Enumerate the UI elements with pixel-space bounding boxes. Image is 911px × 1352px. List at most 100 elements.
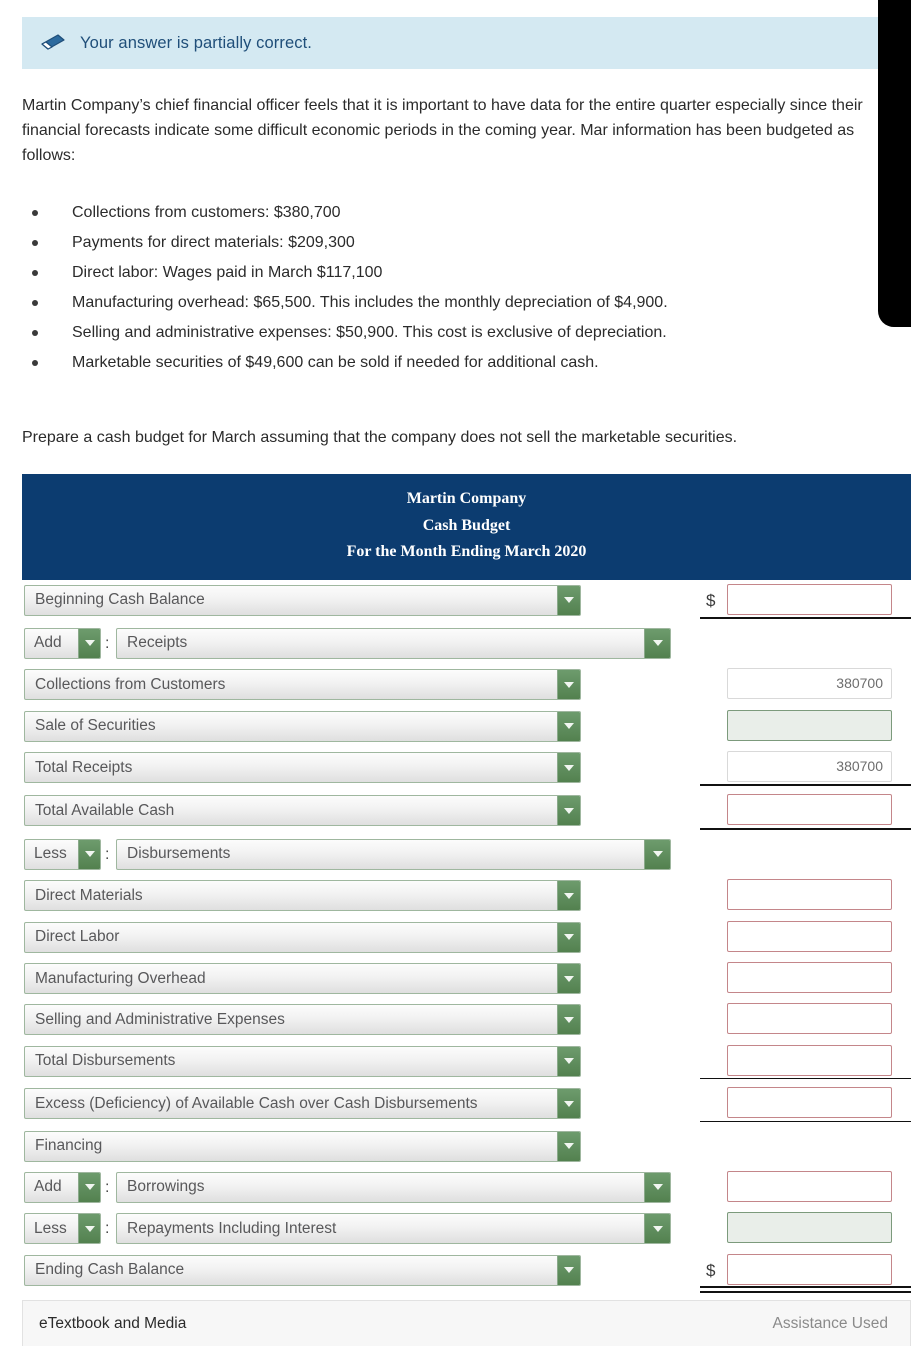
select-label: Selling and Administrative Expenses [35, 1010, 285, 1028]
select-label: Total Receipts [35, 758, 133, 776]
operator-select-add-receipts[interactable]: Add [24, 627, 101, 659]
table-row: Add: Borrowings [0, 1167, 911, 1208]
operator-select-add-borrowings[interactable]: Add [24, 1171, 101, 1203]
table-row: Sale of Securities [0, 706, 911, 747]
amount-input-repayments-including-interest [727, 1212, 892, 1244]
eraser-icon [40, 32, 66, 54]
line-item-select-direct-labor[interactable]: Direct Labor [24, 921, 581, 953]
line-item-select-total-receipts[interactable]: Total Receipts [24, 752, 581, 784]
line-item-select-total-disbursements[interactable]: Total Disbursements [24, 1045, 581, 1077]
amount-input-selling-and-administrative-expenses[interactable] [727, 1003, 892, 1035]
table-row: Less: Disbursements [0, 834, 911, 875]
amount-input-sale-of-securities [727, 709, 892, 741]
statement-period: For the Month Ending March 2020 [346, 543, 587, 560]
subtotal-rule [700, 1120, 911, 1122]
chevron-down-icon[interactable] [557, 1046, 580, 1076]
currency-symbol: $ [706, 590, 716, 610]
amount-input-total-available-cash[interactable] [727, 794, 892, 826]
colon-separator: : [105, 634, 110, 652]
select-label: Add [34, 634, 62, 652]
line-item-select-disbursements[interactable]: Disbursements [116, 838, 671, 870]
line-item-select-receipts[interactable]: Receipts [116, 627, 671, 659]
chevron-down-icon[interactable] [557, 881, 580, 911]
chevron-down-icon[interactable] [557, 670, 580, 700]
colon-separator: : [105, 1178, 110, 1196]
line-item-select-direct-materials[interactable]: Direct Materials [24, 880, 581, 912]
table-row: Direct Materials [0, 875, 911, 916]
chevron-down-icon[interactable] [78, 628, 100, 658]
chevron-down-icon[interactable] [644, 628, 670, 658]
select-label: Less [34, 845, 67, 863]
select-label: Total Available Cash [35, 801, 175, 819]
chevron-down-icon[interactable] [557, 922, 580, 952]
line-item-select-beginning-cash-balance[interactable]: Beginning Cash Balance [24, 584, 581, 616]
list-item: Direct labor: Wages paid in March $117,1… [22, 258, 892, 288]
colon-separator: : [105, 1220, 110, 1238]
chevron-down-icon[interactable] [644, 1172, 670, 1202]
line-item-select-ending-cash-balance[interactable]: Ending Cash Balance [24, 1254, 581, 1286]
chevron-down-icon[interactable] [557, 1131, 580, 1161]
line-item-select-collections-from-customers[interactable]: Collections from Customers [24, 669, 581, 701]
select-label: Disbursements [127, 845, 231, 863]
amount-input-ending-cash-balance[interactable] [727, 1253, 892, 1285]
amount-input-excess-deficiency-of-available-cash-over-cash-[interactable] [727, 1087, 892, 1119]
line-item-select-excess-deficiency-of-available-cash-over-cash-[interactable]: Excess (Deficiency) of Available Cash ov… [24, 1088, 581, 1120]
cash-budget-table-header: Martin Company Cash Budget For the Month… [22, 474, 911, 580]
table-row: Total Available Cash [0, 790, 911, 831]
amount-input-borrowings[interactable] [727, 1170, 892, 1202]
amount-input-collections-from-customers[interactable]: 380700 [727, 668, 892, 700]
amount-input-direct-materials[interactable] [727, 879, 892, 911]
select-label: Total Disbursements [35, 1052, 176, 1070]
chevron-down-icon[interactable] [557, 964, 580, 994]
subtotal-rule [700, 827, 911, 830]
status-banner-message: Your answer is partially correct. [80, 33, 312, 52]
select-label: Ending Cash Balance [35, 1261, 185, 1279]
chevron-down-icon[interactable] [557, 796, 580, 826]
budget-facts-list: Collections from customers: $380,700 Pay… [22, 198, 892, 378]
line-item-select-manufacturing-overhead[interactable]: Manufacturing Overhead [24, 963, 581, 995]
chevron-down-icon[interactable] [557, 1005, 580, 1035]
subtotal-rule [700, 1286, 911, 1294]
chevron-down-icon[interactable] [557, 585, 580, 615]
amount-input-total-disbursements[interactable] [727, 1044, 892, 1076]
select-label: Direct Materials [35, 886, 143, 904]
list-item: Marketable securities of $49,600 can be … [22, 348, 892, 378]
list-item: Manufacturing overhead: $65,500. This in… [22, 288, 892, 318]
colon-separator: : [105, 845, 110, 863]
line-item-select-sale-of-securities[interactable]: Sale of Securities [24, 710, 581, 742]
table-row: Ending Cash Balance $ [0, 1250, 911, 1291]
chevron-down-icon[interactable] [557, 1255, 580, 1285]
operator-select-less-disbursements[interactable]: Less [24, 838, 101, 870]
chevron-down-icon[interactable] [644, 1214, 670, 1244]
line-item-select-selling-and-administrative-expenses[interactable]: Selling and Administrative Expenses [24, 1004, 581, 1036]
line-item-select-repayments-including-interest[interactable]: Repayments Including Interest [116, 1213, 671, 1245]
cash-budget-rows: Beginning Cash Balance $ Add: Receipts Colle… [0, 580, 911, 1299]
chevron-down-icon[interactable] [78, 1214, 100, 1244]
chevron-down-icon[interactable] [557, 711, 580, 741]
chevron-down-icon[interactable] [557, 1089, 580, 1119]
amount-input-total-receipts[interactable]: 380700 [727, 751, 892, 783]
chevron-down-icon[interactable] [78, 839, 100, 869]
etextbook-and-media-link[interactable]: eTextbook and Media [39, 1315, 186, 1333]
table-row: Add: Receipts [0, 623, 911, 664]
operator-select-less-repayments-including-interest[interactable]: Less [24, 1213, 101, 1245]
line-item-select-total-available-cash[interactable]: Total Available Cash [24, 795, 581, 827]
chevron-down-icon[interactable] [644, 839, 670, 869]
select-label: Less [34, 1219, 67, 1237]
table-row: Beginning Cash Balance $ [0, 580, 911, 621]
amount-input-manufacturing-overhead[interactable] [727, 962, 892, 994]
chevron-down-icon[interactable] [557, 753, 580, 783]
assistance-used-label: Assistance Used [772, 1314, 888, 1332]
chevron-down-icon[interactable] [78, 1172, 100, 1202]
amount-input-direct-labor[interactable] [727, 920, 892, 952]
select-label: Borrowings [127, 1178, 205, 1196]
select-label: Repayments Including Interest [127, 1219, 337, 1237]
line-item-select-financing[interactable]: Financing [24, 1130, 581, 1162]
select-label: Sale of Securities [35, 717, 156, 735]
statement-name: Cash Budget [422, 516, 511, 534]
select-label: Excess (Deficiency) of Available Cash ov… [35, 1094, 478, 1112]
table-row: Financing [0, 1126, 911, 1167]
line-item-select-borrowings[interactable]: Borrowings [116, 1171, 671, 1203]
amount-input-beginning-cash-balance[interactable] [727, 583, 892, 615]
table-row: Selling and Administrative Expenses [0, 999, 911, 1040]
